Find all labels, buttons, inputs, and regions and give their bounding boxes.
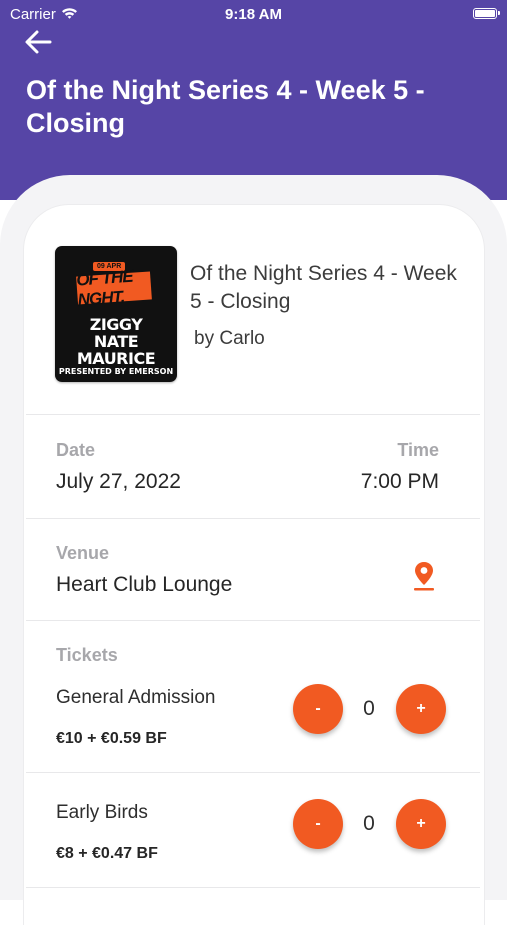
status-bar: Carrier 9:18 AM [0, 0, 507, 28]
event-name: Of the Night Series 4 - Week 5 - Closing [190, 262, 457, 313]
divider [26, 414, 480, 415]
event-organizer: by Carlo [194, 328, 265, 349]
time-label: Time [397, 440, 439, 460]
venue-label: Venue [56, 543, 110, 563]
battery-icon [473, 8, 500, 19]
header: Carrier 9:18 AM Of the Night Series 4 - … [0, 0, 507, 200]
ticket-price: €8 + €0.47 BF [56, 845, 158, 862]
ticket-name: Early Birds [56, 802, 148, 823]
ticket-name: General Admission [56, 687, 216, 708]
poster-presenter: PRESENTED BY EMERSON [58, 367, 174, 376]
map-pin-icon[interactable] [411, 560, 437, 592]
poster-artist: MAURICE [76, 349, 156, 368]
decrease-quantity-button[interactable]: - [293, 799, 343, 849]
date-label: Date [56, 440, 96, 460]
divider [26, 518, 480, 519]
poster-brand: OF THE NGHT. [76, 267, 152, 310]
arrow-left-icon [24, 29, 52, 60]
event-poster-image: 09 APR OF THE NGHT. ZIGGY NATE MAURICE P… [55, 246, 177, 382]
venue-value: Heart Club Lounge [56, 573, 233, 596]
back-button[interactable] [20, 28, 56, 60]
increase-quantity-button[interactable]: + [396, 684, 446, 734]
status-time: 9:18 AM [225, 6, 282, 23]
divider [26, 620, 480, 621]
ticket-quantity: 0 [363, 697, 375, 720]
poster-lineup: ZIGGY NATE MAURICE PRESENTED BY EMERSON [55, 316, 177, 377]
increase-quantity-button[interactable]: + [396, 799, 446, 849]
date-value: July 27, 2022 [56, 470, 181, 493]
poster-artist: NATE [93, 332, 139, 351]
poster-artist: ZIGGY [89, 315, 143, 334]
divider [26, 887, 480, 888]
time-value: 7:00 PM [360, 470, 439, 493]
divider [26, 772, 480, 773]
tickets-label: Tickets [56, 645, 118, 665]
page-title: Of the Night Series 4 - Week 5 - Closing [26, 75, 425, 138]
ticket-quantity: 0 [363, 812, 375, 835]
decrease-quantity-button[interactable]: - [293, 684, 343, 734]
ticket-price: €10 + €0.59 BF [56, 730, 167, 747]
